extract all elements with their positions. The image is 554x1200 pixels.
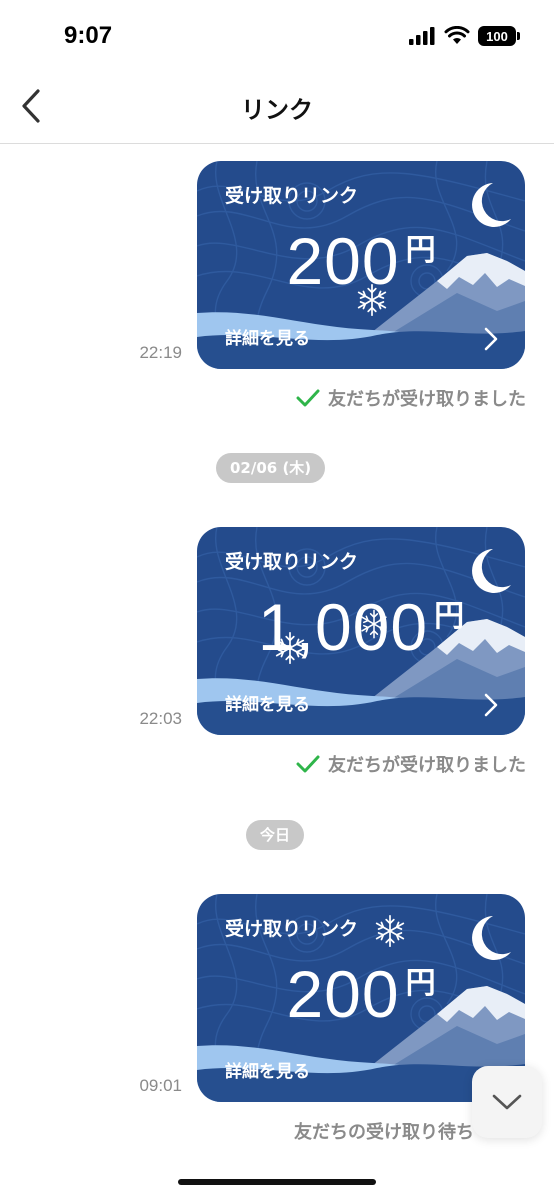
page-title: リンク — [241, 96, 313, 124]
currency-label: 円 — [405, 966, 436, 1001]
message-status: 友だちの受け取り待ち — [294, 1118, 474, 1144]
card-title: 受け取りリンク — [225, 551, 359, 573]
message-status: 友だちが受け取りました — [296, 751, 526, 777]
snowflake-icon — [371, 912, 409, 950]
link-card[interactable]: 受け取りリンク 1,000 円 詳細を見る — [197, 527, 525, 735]
scroll-down-button[interactable] — [472, 1066, 542, 1138]
nav-bar: リンク — [0, 72, 554, 144]
message-status: 友だちが受け取りました — [296, 385, 526, 411]
details-link[interactable]: 詳細を見る — [225, 324, 310, 349]
message-time: 22:03 — [139, 709, 182, 728]
details-link[interactable]: 詳細を見る — [225, 1057, 310, 1082]
chevron-right-icon — [484, 327, 498, 351]
status-text: 友だちが受け取りました — [328, 755, 526, 776]
card-amount: 200 円 — [197, 223, 525, 299]
status-icons: 100 — [408, 26, 520, 46]
check-icon — [296, 755, 320, 773]
date-separator: 02/06 (木) — [216, 453, 326, 483]
status-time: 9:07 — [64, 22, 113, 49]
amount-value: 200 — [286, 224, 400, 298]
message-time: 22:19 — [139, 343, 182, 362]
link-card[interactable]: 受け取りリンク 200 円 詳細を見る — [197, 161, 525, 369]
card-title: 受け取りリンク — [225, 185, 359, 207]
wifi-icon — [444, 26, 470, 44]
check-icon — [296, 389, 320, 407]
signal-icon — [409, 27, 435, 45]
chevron-right-icon — [484, 693, 498, 717]
battery-level: 100 — [486, 28, 508, 44]
status-text: 友だちが受け取りました — [328, 389, 526, 410]
amount-value: 200 — [286, 957, 400, 1031]
currency-label: 円 — [434, 599, 465, 634]
status-text: 友だちの受け取り待ち — [294, 1122, 474, 1143]
details-link[interactable]: 詳細を見る — [225, 690, 310, 715]
status-bar: 9:07 100 — [0, 0, 554, 72]
card-title: 受け取りリンク — [225, 918, 359, 940]
card-amount: 1,000 円 — [197, 589, 525, 665]
date-separator: 今日 — [246, 820, 305, 850]
amount-value: 1,000 — [257, 590, 429, 664]
battery-icon: 100 — [478, 26, 520, 46]
home-indicator[interactable] — [178, 1179, 376, 1185]
chevron-down-icon — [492, 1094, 522, 1110]
chat-area[interactable]: 受け取りリンク 200 円 詳細を見る 22:19 友だちが受け取りました 02/… — [0, 145, 554, 1200]
message-time: 09:01 — [139, 1076, 182, 1095]
currency-label: 円 — [405, 233, 436, 268]
card-amount: 200 円 — [197, 956, 525, 1032]
